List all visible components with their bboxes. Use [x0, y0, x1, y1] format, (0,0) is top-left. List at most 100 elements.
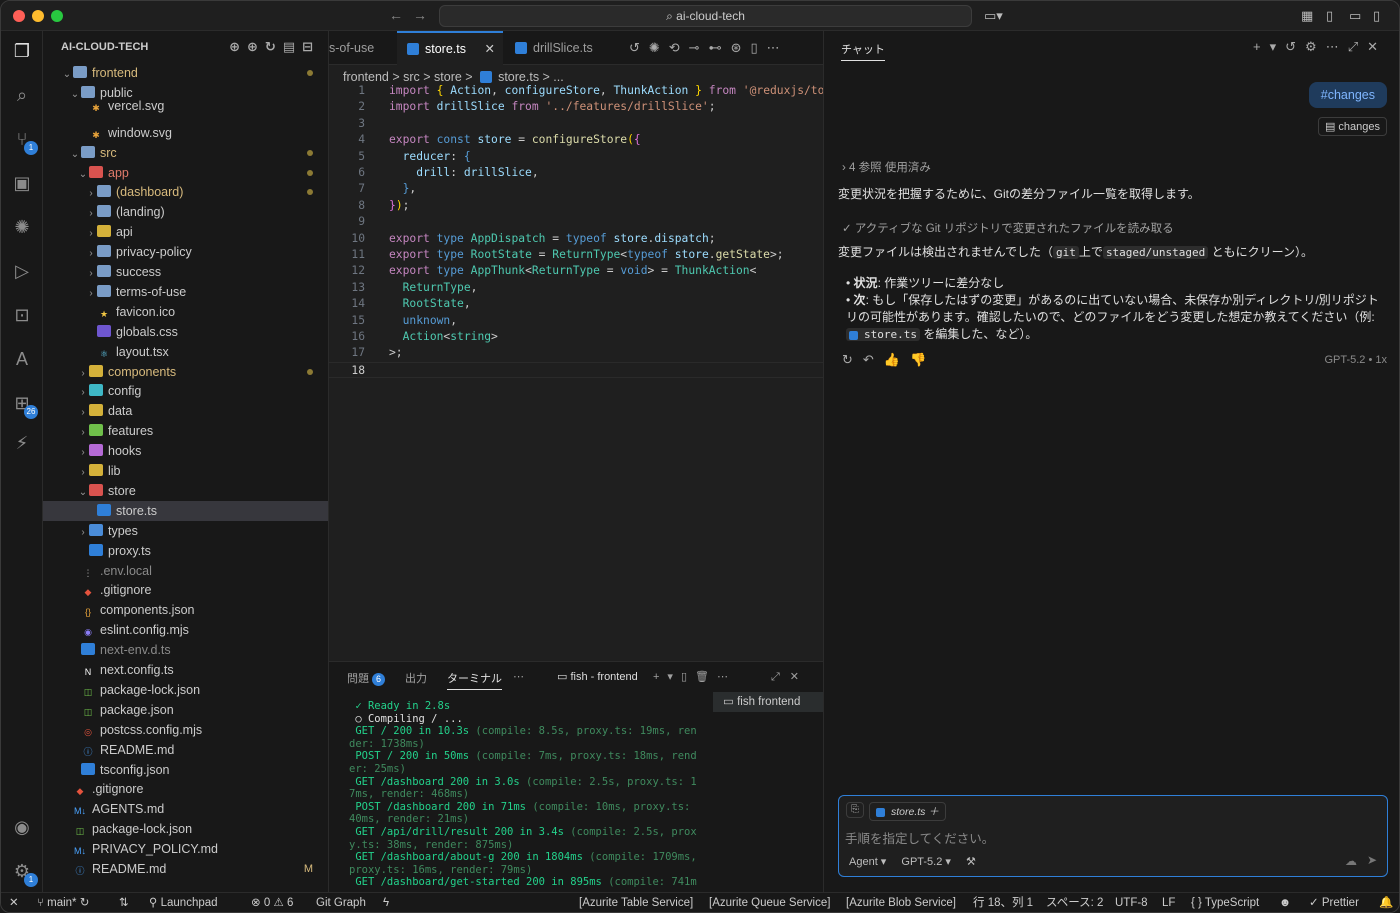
- context-file-chip[interactable]: store.ts ＋: [869, 802, 946, 821]
- layout-customize-icon[interactable]: ▦: [1301, 8, 1313, 24]
- tree-item[interactable]: store.ts: [43, 500, 328, 521]
- model-picker[interactable]: GPT-5.2 ▾: [901, 856, 951, 868]
- tree-item[interactable]: ✱ window.svg: [43, 123, 328, 143]
- zoom-window-button[interactable]: [51, 10, 63, 22]
- remote-explorer-icon[interactable]: ▣: [10, 171, 34, 195]
- indentation[interactable]: スペース: 2: [1046, 893, 1103, 912]
- lightning-icon[interactable]: ϟ: [383, 893, 389, 912]
- tree-item[interactable]: ⋮ .env.local: [43, 561, 328, 581]
- docker-icon[interactable]: ⊡: [10, 303, 34, 327]
- tree-item[interactable]: › hooks: [43, 441, 328, 461]
- tree-item[interactable]: ★ favicon.ico: [43, 302, 328, 322]
- toggle-sidebar-icon[interactable]: ▯: [1326, 8, 1333, 24]
- tree-item[interactable]: globals.css: [43, 322, 328, 342]
- mode-picker[interactable]: Agent ▾: [849, 856, 886, 868]
- tree-item[interactable]: ⌄ src: [43, 143, 328, 163]
- tree-item[interactable]: › components: [43, 362, 328, 382]
- cursor-position[interactable]: 行 18、列 1: [973, 893, 1033, 912]
- terminal-selector[interactable]: ▭ fish - frontend: [557, 670, 638, 683]
- send-icon[interactable]: ➤: [1367, 853, 1377, 867]
- tree-item[interactable]: ⌄ store: [43, 481, 328, 501]
- context-chip[interactable]: ▤ changes: [1317, 117, 1387, 136]
- azure-functions-icon[interactable]: ⚡: [10, 431, 34, 455]
- tab-problems[interactable]: 問題 6: [347, 670, 386, 686]
- tree-item[interactable]: M↓ PRIVACY_POLICY.md: [43, 839, 328, 859]
- tree-item[interactable]: › terms-of-use: [43, 282, 328, 302]
- tree-item[interactable]: next-env.d.ts: [43, 640, 328, 660]
- tree-item[interactable]: › privacy-policy: [43, 242, 328, 262]
- explorer-icon[interactable]: ❐: [10, 39, 34, 63]
- tree-item[interactable]: › (landing): [43, 202, 328, 222]
- terminal-actions[interactable]: +▾▯🗑⋯: [653, 670, 736, 683]
- tree-item[interactable]: › config: [43, 381, 328, 401]
- copilot-menu-icon[interactable]: ▭▾: [984, 8, 1003, 24]
- tree-item[interactable]: ✱ vercel.svg: [43, 96, 328, 116]
- panel-more-icon[interactable]: ⋯: [513, 670, 524, 683]
- tab-terms-of-use[interactable]: s-of-use: [319, 31, 384, 65]
- tree-item[interactable]: ⓘ README.md: [43, 740, 328, 760]
- search-icon[interactable]: ⌕: [10, 83, 34, 107]
- tree-item[interactable]: ◉ eslint.config.mjs: [43, 620, 328, 640]
- tree-item[interactable]: Nnext.config.ts: [43, 660, 328, 680]
- tool-call[interactable]: ✓ アクティブな Git リポジトリで変更されたファイルを読み取る: [842, 220, 1174, 236]
- tree-item[interactable]: {} components.json: [43, 600, 328, 620]
- terminal-list-item[interactable]: ▭ fish frontend: [713, 692, 823, 712]
- azurite-queue[interactable]: [Azurite Queue Service]: [709, 893, 830, 912]
- branch-indicator[interactable]: ⑂ main* ↻: [37, 893, 89, 912]
- tree-item[interactable]: › lib: [43, 461, 328, 481]
- attach-icon[interactable]: ⎘: [846, 802, 864, 818]
- run-debug-icon[interactable]: ▷: [10, 259, 34, 283]
- azurite-blob[interactable]: [Azurite Blob Service]: [846, 893, 956, 912]
- tree-item[interactable]: ⚛ layout.tsx: [43, 342, 328, 362]
- tree-item[interactable]: ◫ package-lock.json: [43, 680, 328, 700]
- delegate-cloud-icon[interactable]: ☁: [1345, 854, 1357, 868]
- settings-gear-icon[interactable]: ⚙ 1: [10, 859, 38, 887]
- tree-item[interactable]: › api: [43, 222, 328, 242]
- account-icon[interactable]: ◉: [10, 815, 34, 839]
- git-graph[interactable]: Git Graph: [316, 893, 366, 912]
- openai-icon[interactable]: ✺: [10, 215, 34, 239]
- chat-input[interactable]: ⎘ store.ts ＋ 手順を指定してください。 Agent ▾ GPT-5.…: [838, 795, 1388, 877]
- tools-icon[interactable]: ⚒: [966, 856, 976, 868]
- file-reference[interactable]: store.ts: [846, 328, 920, 341]
- toggle-secondary-sidebar-icon[interactable]: ▯: [1373, 8, 1380, 24]
- line-ending[interactable]: LF: [1162, 893, 1175, 912]
- references-toggle[interactable]: › 4 参照 使用済み: [842, 159, 931, 175]
- tree-item[interactable]: ◫ package-lock.json: [43, 819, 328, 839]
- launchpad[interactable]: ⚲ Launchpad: [149, 893, 218, 912]
- tree-item[interactable]: › features: [43, 421, 328, 441]
- tree-item[interactable]: proxy.ts: [43, 541, 328, 561]
- tree-item[interactable]: ◆ .gitignore: [43, 580, 328, 600]
- forward-arrow-icon[interactable]: →: [413, 7, 427, 23]
- tab-output[interactable]: 出力: [405, 670, 427, 686]
- toggle-panel-icon[interactable]: ▭: [1349, 8, 1361, 24]
- extensions-icon[interactable]: ⊞ 26: [10, 391, 38, 419]
- notifications-icon[interactable]: 🔔: [1379, 893, 1393, 912]
- tree-item[interactable]: M↓ AGENTS.md: [43, 799, 328, 819]
- tree-item[interactable]: › success: [43, 262, 328, 282]
- minimize-window-button[interactable]: [32, 10, 44, 22]
- tab-terminal[interactable]: ターミナル: [447, 670, 502, 690]
- sync-icon[interactable]: ⇅: [119, 893, 129, 912]
- tree-item[interactable]: › (dashboard): [43, 182, 328, 202]
- feedback-actions[interactable]: ↻↶👍👎: [842, 352, 936, 368]
- close-window-button[interactable]: [13, 10, 25, 22]
- tab-store-ts[interactable]: store.ts ✕: [397, 31, 503, 65]
- tree-item[interactable]: ⌄ frontend: [43, 63, 328, 83]
- tree-item[interactable]: › types: [43, 521, 328, 541]
- panel-window-actions[interactable]: ⤢✕: [771, 670, 809, 684]
- tab-drillslice-ts[interactable]: drillSlice.ts: [505, 31, 603, 65]
- azure-icon[interactable]: A: [10, 347, 34, 371]
- explorer-actions[interactable]: ⊕⊕↻▤⊟: [229, 31, 320, 63]
- prettier[interactable]: ✓ Prettier: [1309, 893, 1359, 912]
- tree-item[interactable]: ◎ postcss.config.mjs: [43, 720, 328, 740]
- tree-item[interactable]: ◆ .gitignore: [43, 779, 328, 799]
- tree-item[interactable]: ⌄ app: [43, 163, 328, 183]
- copilot-icon[interactable]: ☻: [1279, 893, 1291, 912]
- tree-item[interactable]: ◫ package.json: [43, 700, 328, 720]
- azurite-table[interactable]: [Azurite Table Service]: [579, 893, 693, 912]
- language-mode[interactable]: { } TypeScript: [1191, 893, 1259, 912]
- source-control-icon[interactable]: ⑂ 1: [10, 127, 38, 155]
- chat-actions[interactable]: +▾↺⚙⋯⤢✕: [1253, 39, 1387, 55]
- close-tab-icon[interactable]: ✕: [485, 33, 495, 65]
